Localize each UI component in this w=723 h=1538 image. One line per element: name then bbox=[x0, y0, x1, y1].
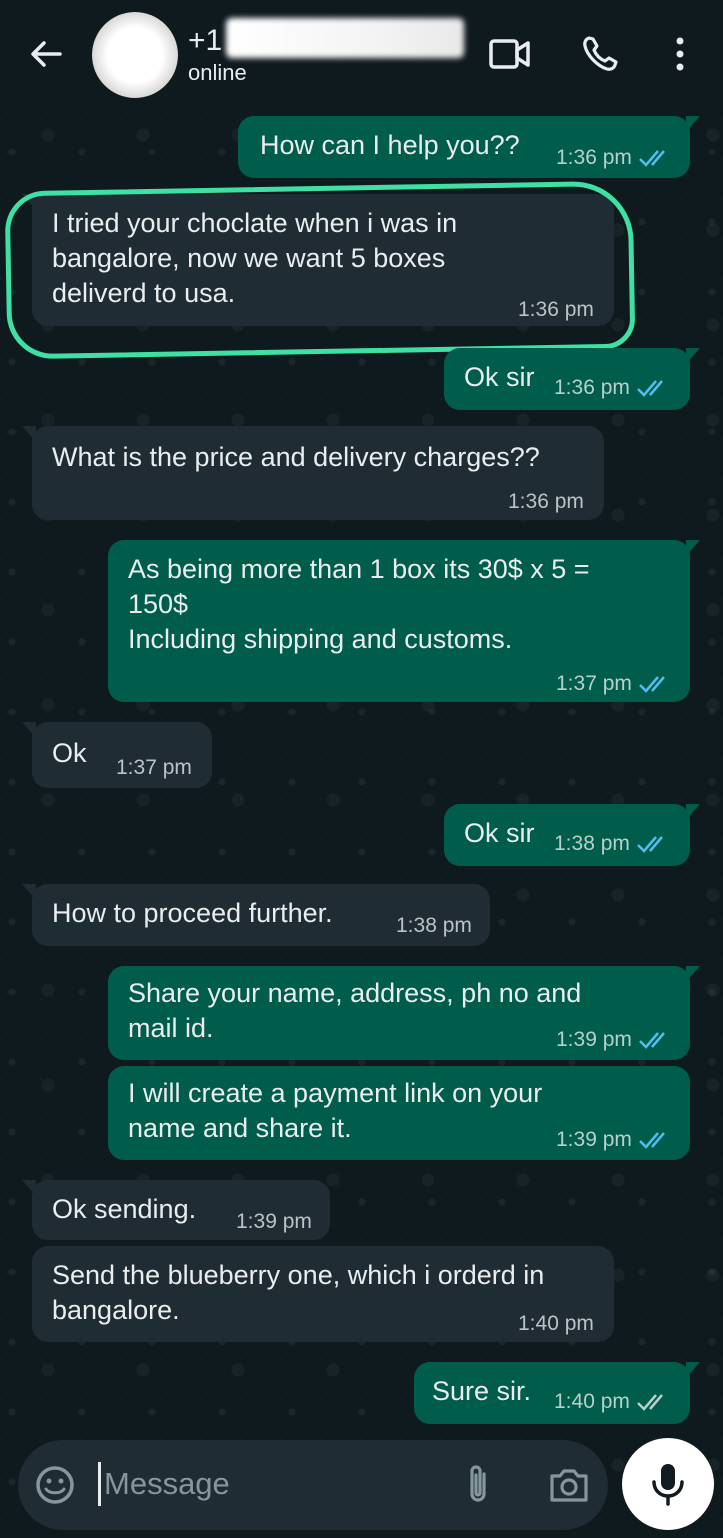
message-bubble-incoming[interactable]: Ok sending. 1:39 pm bbox=[22, 1180, 330, 1240]
message-time: 1:36 pm bbox=[508, 490, 584, 513]
message-text: Ok bbox=[52, 738, 87, 768]
chat-header: +1 online bbox=[0, 0, 723, 108]
contact-name[interactable]: +1 bbox=[188, 18, 465, 58]
message-bubble-outgoing[interactable]: As being more than 1 box its 30$ x 5 = 1… bbox=[108, 540, 700, 702]
highlight-annotation bbox=[4, 180, 636, 360]
message-compose-bar: Message bbox=[18, 1440, 608, 1530]
video-call-icon[interactable] bbox=[488, 34, 532, 74]
double-check-icon bbox=[637, 836, 663, 853]
message-text: Share your name, address, ph no and mail… bbox=[128, 978, 582, 1043]
emoji-sticker-icon[interactable] bbox=[34, 1464, 76, 1506]
message-text: As being more than 1 box its 30$ x 5 = 1… bbox=[128, 554, 590, 654]
phone-icon[interactable] bbox=[580, 34, 624, 74]
message-text: What is the price and delivery charges?? bbox=[52, 442, 540, 472]
message-time: 1:40 pm bbox=[554, 1390, 670, 1414]
back-arrow-icon[interactable] bbox=[26, 34, 66, 74]
avatar[interactable] bbox=[92, 12, 178, 98]
message-text: Send the blueberry one, which i orderd i… bbox=[52, 1260, 545, 1325]
message-bubble-incoming[interactable]: Send the blueberry one, which i orderd i… bbox=[32, 1246, 614, 1342]
message-text: Sure sir. bbox=[432, 1376, 532, 1406]
message-bubble-incoming[interactable]: What is the price and delivery charges??… bbox=[22, 426, 604, 520]
message-text: I will create a payment link on your nam… bbox=[128, 1078, 543, 1143]
message-time: 1:36 pm bbox=[556, 146, 672, 170]
message-text: Ok sir bbox=[464, 362, 535, 392]
message-text: Ok sir bbox=[464, 818, 535, 848]
blurred-number bbox=[226, 18, 465, 58]
message-time: 1:37 pm bbox=[556, 672, 672, 696]
message-bubble-outgoing[interactable]: I will create a payment link on your nam… bbox=[108, 1066, 690, 1160]
double-check-icon bbox=[639, 1032, 665, 1049]
message-time: 1:40 pm bbox=[518, 1312, 594, 1335]
message-bubble-outgoing[interactable]: Share your name, address, ph no and mail… bbox=[108, 966, 700, 1060]
message-time: 1:39 pm bbox=[556, 1028, 672, 1052]
message-bubble-outgoing[interactable]: Ok sir 1:36 pm bbox=[444, 348, 700, 410]
double-check-icon bbox=[639, 1132, 665, 1149]
message-text: Ok sending. bbox=[52, 1194, 197, 1224]
message-bubble-outgoing[interactable]: Ok sir 1:38 pm bbox=[444, 804, 700, 866]
message-text: How can I help you?? bbox=[260, 130, 520, 160]
double-check-icon bbox=[639, 150, 665, 167]
message-text: How to proceed further. bbox=[52, 898, 333, 928]
contact-status: online bbox=[188, 60, 247, 85]
microphone-icon bbox=[652, 1464, 684, 1506]
message-bubble-incoming[interactable]: Ok 1:37 pm bbox=[22, 722, 212, 788]
message-bubble-incoming[interactable]: How to proceed further. 1:38 pm bbox=[22, 884, 490, 946]
attachment-icon[interactable] bbox=[462, 1462, 494, 1508]
message-time: 1:38 pm bbox=[396, 914, 472, 937]
message-bubble-outgoing[interactable]: How can I help you?? 1:36 pm bbox=[238, 116, 700, 178]
message-bubble-outgoing[interactable]: Sure sir. 1:40 pm bbox=[414, 1362, 700, 1424]
contact-name-prefix: +1 bbox=[188, 24, 223, 57]
double-check-icon bbox=[639, 676, 665, 693]
message-time: 1:38 pm bbox=[554, 832, 670, 856]
message-time: 1:36 pm bbox=[554, 376, 670, 400]
camera-icon[interactable] bbox=[548, 1466, 590, 1504]
text-caret bbox=[98, 1462, 101, 1506]
message-input[interactable]: Message bbox=[104, 1466, 230, 1502]
double-check-icon bbox=[637, 1394, 663, 1411]
microphone-button[interactable] bbox=[622, 1438, 714, 1530]
message-time: 1:39 pm bbox=[556, 1128, 672, 1152]
message-time: 1:39 pm bbox=[236, 1210, 312, 1233]
more-vert-icon[interactable] bbox=[660, 34, 700, 74]
double-check-icon bbox=[637, 380, 663, 397]
message-time: 1:37 pm bbox=[116, 756, 192, 779]
